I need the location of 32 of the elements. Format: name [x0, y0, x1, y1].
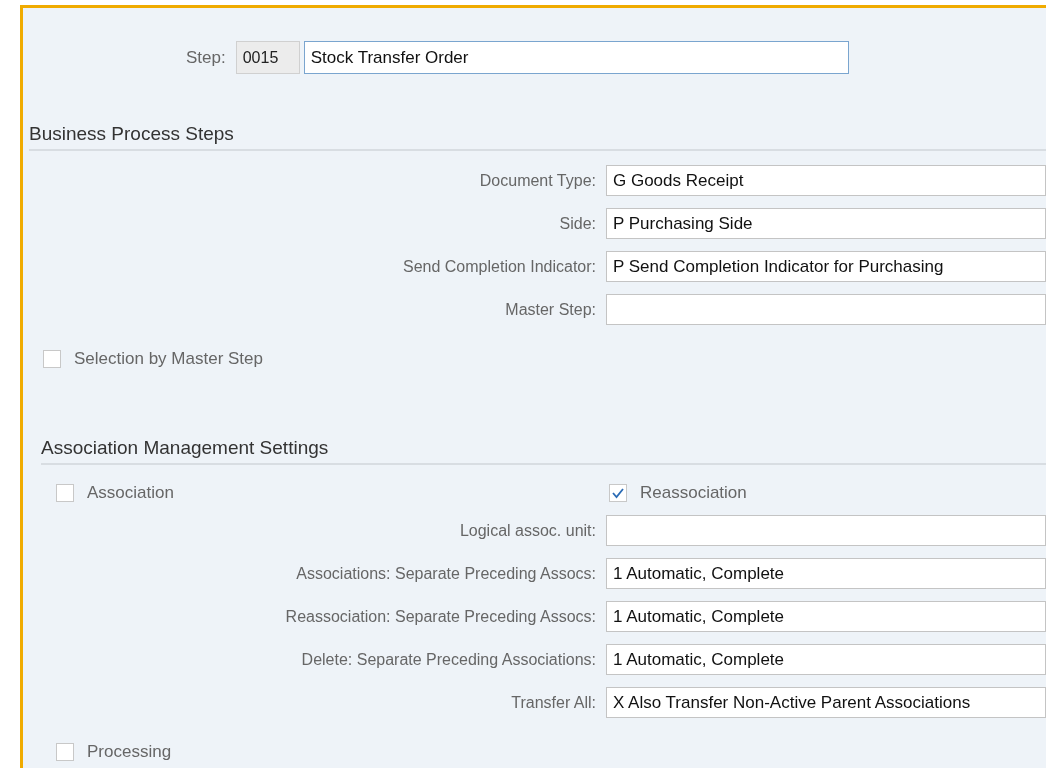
field-label: Delete: Separate Preceding Associations:: [301, 650, 596, 669]
checkbox-label: Processing: [87, 742, 172, 762]
field-label: Associations: Separate Preceding Assocs:: [296, 564, 596, 583]
section-title: Business Process Steps: [29, 123, 1046, 151]
field-label: Transfer All:: [511, 693, 596, 712]
check-icon: [611, 487, 625, 499]
field-label: Reassociation: Separate Preceding Assocs:: [285, 607, 596, 626]
field-label: Document Type:: [479, 171, 596, 190]
field-label: Master Step:: [505, 300, 596, 319]
checkbox-label: Association: [87, 483, 174, 503]
step-label: Step:: [186, 47, 226, 68]
checkbox-label: Reassociation: [640, 483, 747, 503]
input-field[interactable]: P Send Completion Indicator for Purchasing: [606, 251, 1046, 282]
checkbox-label: Selection by Master Step: [74, 349, 263, 369]
input-field[interactable]: 1 Automatic, Complete: [606, 601, 1046, 632]
input-field[interactable]: 1 Automatic, Complete: [606, 644, 1046, 675]
input-field[interactable]: [606, 294, 1046, 325]
checkbox[interactable]: [609, 484, 627, 502]
section-title: Association Management Settings: [41, 437, 1046, 465]
input-field[interactable]: 1 Automatic, Complete: [606, 558, 1046, 589]
input-field[interactable]: [606, 515, 1046, 546]
input-field[interactable]: X Also Transfer Non-Active Parent Associations: [606, 687, 1046, 718]
field-label: Send Completion Indicator:: [403, 257, 596, 276]
step-description-field[interactable]: Stock Transfer Order: [303, 41, 849, 74]
checkbox[interactable]: [43, 350, 61, 368]
field-label: Logical assoc. unit:: [459, 521, 596, 540]
checkbox[interactable]: [56, 743, 74, 761]
step-number-field: 0015: [235, 41, 300, 74]
input-field[interactable]: P Purchasing Side: [606, 208, 1046, 239]
input-field[interactable]: G Goods Receipt: [606, 165, 1046, 196]
field-label: Side:: [559, 214, 596, 233]
checkbox[interactable]: [56, 484, 74, 502]
